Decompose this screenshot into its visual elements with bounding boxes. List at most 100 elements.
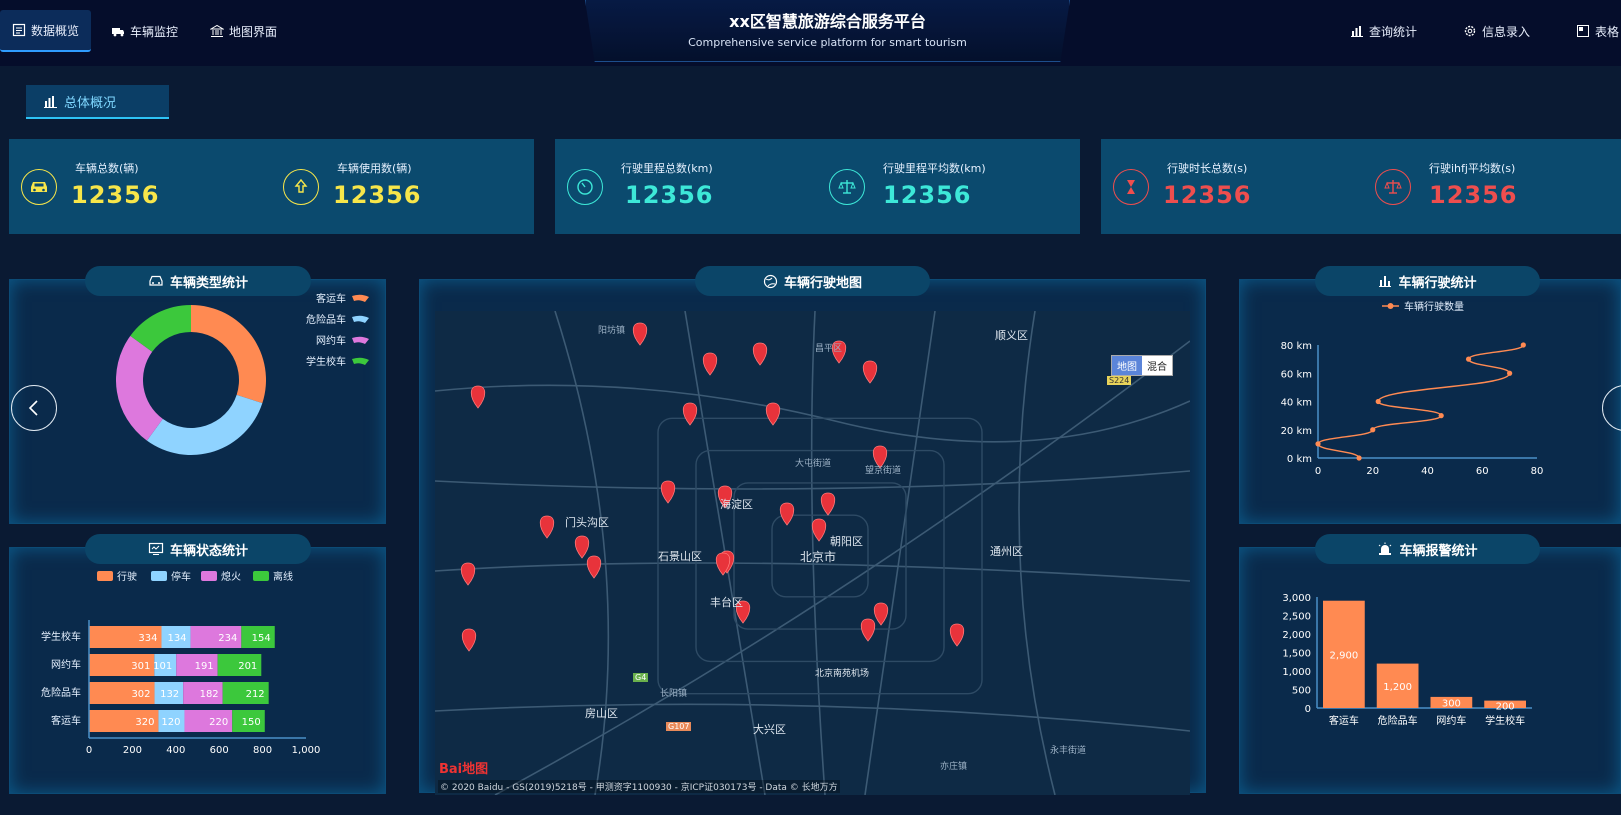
map-place-label: 大屯街道 [795, 459, 832, 469]
category-label: 学生校车 [1485, 714, 1525, 727]
nav-item-table[interactable]: 表格 [1564, 10, 1621, 52]
x-tick-label: 400 [166, 745, 185, 756]
document-icon [12, 23, 26, 37]
legend-label: 车辆行驶数量 [1404, 300, 1464, 313]
y-tick-label: 500 [1292, 686, 1311, 697]
legend-swatch [151, 571, 167, 581]
legend-label: 学生校车 [306, 355, 346, 368]
globe-icon [763, 274, 778, 288]
data-point [1438, 413, 1444, 419]
map-place-label: 顺义区 [995, 329, 1028, 342]
category-label: 网约车 [1436, 714, 1466, 727]
y-tick-label: 3,000 [1282, 593, 1311, 604]
stat-label: 行驶时长总数(s) [1167, 162, 1248, 175]
nav-item-info-entry[interactable]: 信息录入 [1451, 10, 1542, 52]
legend-label: 客运车 [316, 292, 346, 305]
x-tick-label: 1,000 [292, 745, 321, 756]
chevron-left-icon [28, 400, 38, 416]
baidu-map-logo: Bai地图 [439, 762, 489, 777]
hourglass-icon [1113, 169, 1149, 205]
map-marker-icon [820, 492, 836, 516]
bar-value-label: 201 [238, 661, 257, 672]
stat-card-vehicles: 车辆总数(辆) 12356 车辆使用数(辆) 12356 [9, 139, 534, 234]
stat-label: 行驶ihfj平均数(s) [1429, 162, 1516, 175]
map-marker-icon [660, 480, 676, 504]
nav-item-query-stats[interactable]: 查询统计 [1338, 10, 1429, 52]
map-type-toggle[interactable]: 地图 混合 [1111, 355, 1173, 376]
stat-mileage-total: 行驶里程总数(km) 12356 [555, 139, 815, 234]
nav-item-data-overview[interactable]: 数据概览 [0, 10, 92, 52]
map-toggle-mixed[interactable]: 混合 [1142, 356, 1172, 375]
nav-label: 表格 [1594, 24, 1619, 39]
bar-chart-icon [1350, 26, 1363, 37]
bar-chart-icon [1379, 276, 1392, 287]
map-place-label: 长阳镇 [660, 689, 688, 699]
stat-label: 车辆使用数(辆) [337, 162, 412, 175]
stat-duration-total: 行驶时长总数(s) 12356 [1101, 139, 1361, 234]
y-tick-label: 80 km [1281, 341, 1312, 352]
map-marker-icon [873, 602, 889, 626]
x-tick-label: 40 [1421, 466, 1434, 477]
data-point [1465, 356, 1472, 362]
balance-icon [1375, 169, 1411, 205]
map-marker-icon [460, 562, 476, 586]
nav-item-vehicle-monitor[interactable]: 车辆监控 [99, 10, 190, 52]
map-marker-icon [779, 502, 795, 526]
stat-duration-average: 行驶ihfj平均数(s) 12356 [1363, 139, 1621, 234]
y-tick-label: 40 km [1281, 398, 1312, 409]
map-place-label: 朝阳区 [830, 535, 863, 548]
y-tick-label: 60 km [1281, 369, 1312, 380]
bar-value-label: 150 [242, 717, 261, 728]
page-title: xx区智慧旅游综合服务平台 [729, 12, 926, 31]
category-label: 危险品车 [41, 686, 81, 699]
y-tick-label: 2,000 [1282, 630, 1311, 641]
map-place-label: 大兴区 [753, 723, 786, 736]
page-subtitle: Comprehensive service platform for smart… [688, 36, 967, 49]
stat-value: 12356 [625, 181, 714, 209]
map-place-label: 阳坊镇 [598, 326, 626, 336]
y-tick-label: 2,500 [1282, 612, 1311, 623]
map-place-label: 北京市 [800, 550, 837, 564]
alarm-bar-chart: 0 500 1,000 1,500 2,000 2,500 3,000 2,900 客运车 1,2… [1282, 593, 1532, 727]
map-place-label: 房山区 [585, 707, 618, 720]
legend-label: 熄火 [221, 570, 241, 583]
section-label: 总体概况 [64, 95, 117, 111]
car-icon [149, 275, 163, 286]
section-tag-overview[interactable]: 总体概况 [26, 85, 169, 119]
map-marker-icon [811, 518, 827, 542]
carousel-prev-button[interactable] [11, 385, 57, 431]
legend-swatch [352, 315, 369, 323]
nav-item-map[interactable]: 地图界面 [198, 10, 289, 52]
bar-value-label: 301 [131, 661, 150, 672]
map-canvas[interactable]: 地图 混合 S224 G4 G107 顺义区 昌平区 门头沟区 石景山区 北京市… [435, 311, 1190, 795]
stat-mileage-average: 行驶里程平均数(km) 12356 [817, 139, 1077, 234]
bar-value-label: 120 [161, 717, 180, 728]
stat-label: 行驶里程总数(km) [621, 162, 713, 175]
stat-value: 12356 [71, 181, 160, 209]
map-place-label: 亦庄镇 [940, 762, 968, 772]
map-place-label: 昌平区 [815, 344, 843, 354]
legend-swatch [201, 571, 217, 581]
route-label: G4 [633, 673, 649, 682]
table-icon [1576, 25, 1589, 37]
map-toggle-map[interactable]: 地图 [1112, 356, 1142, 375]
map-road [864, 311, 936, 795]
bar-value-label: 2,900 [1330, 650, 1359, 661]
bar-value-label: 334 [138, 633, 157, 644]
nav-label: 车辆监控 [130, 24, 179, 39]
bar-value-label: 300 [1442, 698, 1461, 709]
bar-value-label: 220 [209, 717, 228, 728]
bar-value-label: 132 [160, 689, 179, 700]
map-place-label: 海淀区 [720, 498, 753, 511]
truck-icon [112, 28, 125, 37]
bar-value-label: 1,200 [1383, 682, 1412, 693]
timer-icon [567, 169, 603, 205]
x-tick-label: 0 [86, 745, 92, 756]
donut-chart: 客运车危险品车网约车学生校车 [116, 292, 369, 455]
category-label: 客运车 [1329, 714, 1359, 727]
data-point [1520, 342, 1526, 348]
nav-left: 数据概览 车辆监控 地图界面 [0, 10, 297, 52]
line-chart: 车辆行驶数量 0 km 20 km 40 km 60 km 80 km 0 20 40 60 80 [1281, 300, 1544, 477]
map-marker-icon [765, 402, 781, 426]
x-tick-label: 80 [1531, 466, 1544, 477]
